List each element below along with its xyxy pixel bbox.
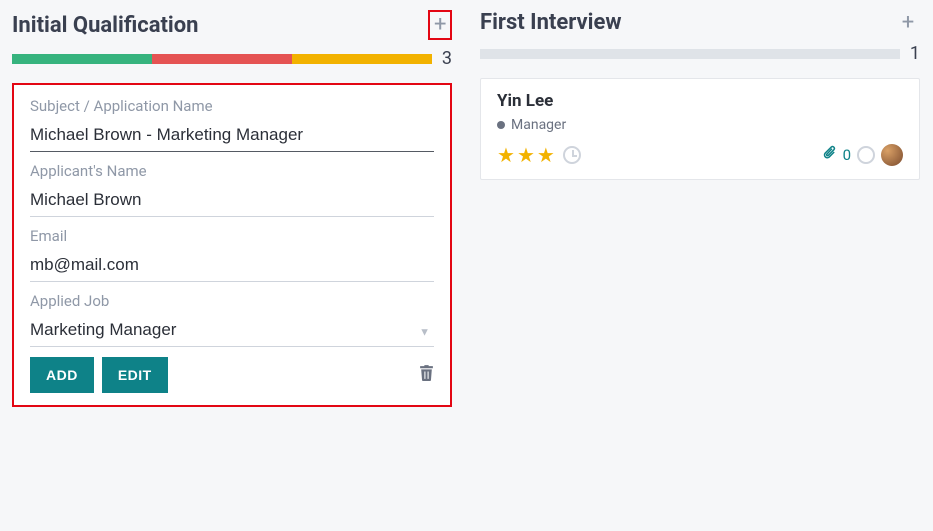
column-count: 3 xyxy=(442,48,452,69)
card-subtitle: Manager xyxy=(497,117,903,133)
add-card-button[interactable]: + xyxy=(896,12,920,34)
email-input[interactable] xyxy=(30,251,434,282)
applied-job-label: Applied Job xyxy=(30,292,434,310)
plus-icon: + xyxy=(902,10,914,35)
email-label: Email xyxy=(30,227,434,245)
column-progress: 3 xyxy=(12,48,452,69)
star-icon: ★ xyxy=(537,143,555,167)
star-icon: ★ xyxy=(517,143,535,167)
card-footer: ★ ★ ★ 0 xyxy=(497,143,903,167)
column-progress: 1 xyxy=(480,43,920,64)
quick-create-form: Subject / Application Name Applicant's N… xyxy=(12,83,452,407)
applicant-card[interactable]: Yin Lee Manager ★ ★ ★ 0 xyxy=(480,78,920,180)
applicant-label: Applicant's Name xyxy=(30,162,434,180)
priority-stars[interactable]: ★ ★ ★ xyxy=(497,143,581,167)
add-card-button[interactable]: + xyxy=(428,10,452,40)
card-role: Manager xyxy=(511,117,566,133)
progress-segment-yellow[interactable] xyxy=(292,54,432,64)
edit-button[interactable]: EDIT xyxy=(102,357,168,393)
attachment-icon[interactable] xyxy=(822,144,837,166)
plus-icon: + xyxy=(434,12,446,37)
progress-segment-green[interactable] xyxy=(12,54,152,64)
add-button[interactable]: ADD xyxy=(30,357,94,393)
column-count: 1 xyxy=(910,43,920,64)
kanban-column-first-interview: First Interview + 1 Yin Lee Manager ★ ★ … xyxy=(480,10,920,407)
subject-input[interactable] xyxy=(30,121,434,152)
progress-bar xyxy=(480,49,900,59)
card-name: Yin Lee xyxy=(497,91,903,111)
attachment-count: 0 xyxy=(843,146,851,164)
applied-job-select[interactable] xyxy=(30,316,434,347)
column-header: Initial Qualification + xyxy=(12,10,452,40)
column-title: Initial Qualification xyxy=(12,13,199,38)
applicant-name-input[interactable] xyxy=(30,186,434,217)
card-right-icons: 0 xyxy=(822,144,903,166)
progress-segment-red[interactable] xyxy=(152,54,292,64)
clock-icon[interactable] xyxy=(563,146,581,164)
activity-indicator-icon[interactable] xyxy=(857,146,875,164)
chevron-down-icon: ▼ xyxy=(419,325,430,338)
progress-bar xyxy=(12,54,432,64)
column-header: First Interview + xyxy=(480,10,920,35)
column-title: First Interview xyxy=(480,10,622,35)
status-dot-icon xyxy=(497,121,505,129)
progress-segment-gray[interactable] xyxy=(480,49,900,59)
kanban-column-initial-qualification: Initial Qualification + 3 Subject / Appl… xyxy=(12,10,452,407)
subject-label: Subject / Application Name xyxy=(30,97,434,115)
trash-icon[interactable] xyxy=(419,364,434,386)
star-icon: ★ xyxy=(497,143,515,167)
avatar[interactable] xyxy=(881,144,903,166)
